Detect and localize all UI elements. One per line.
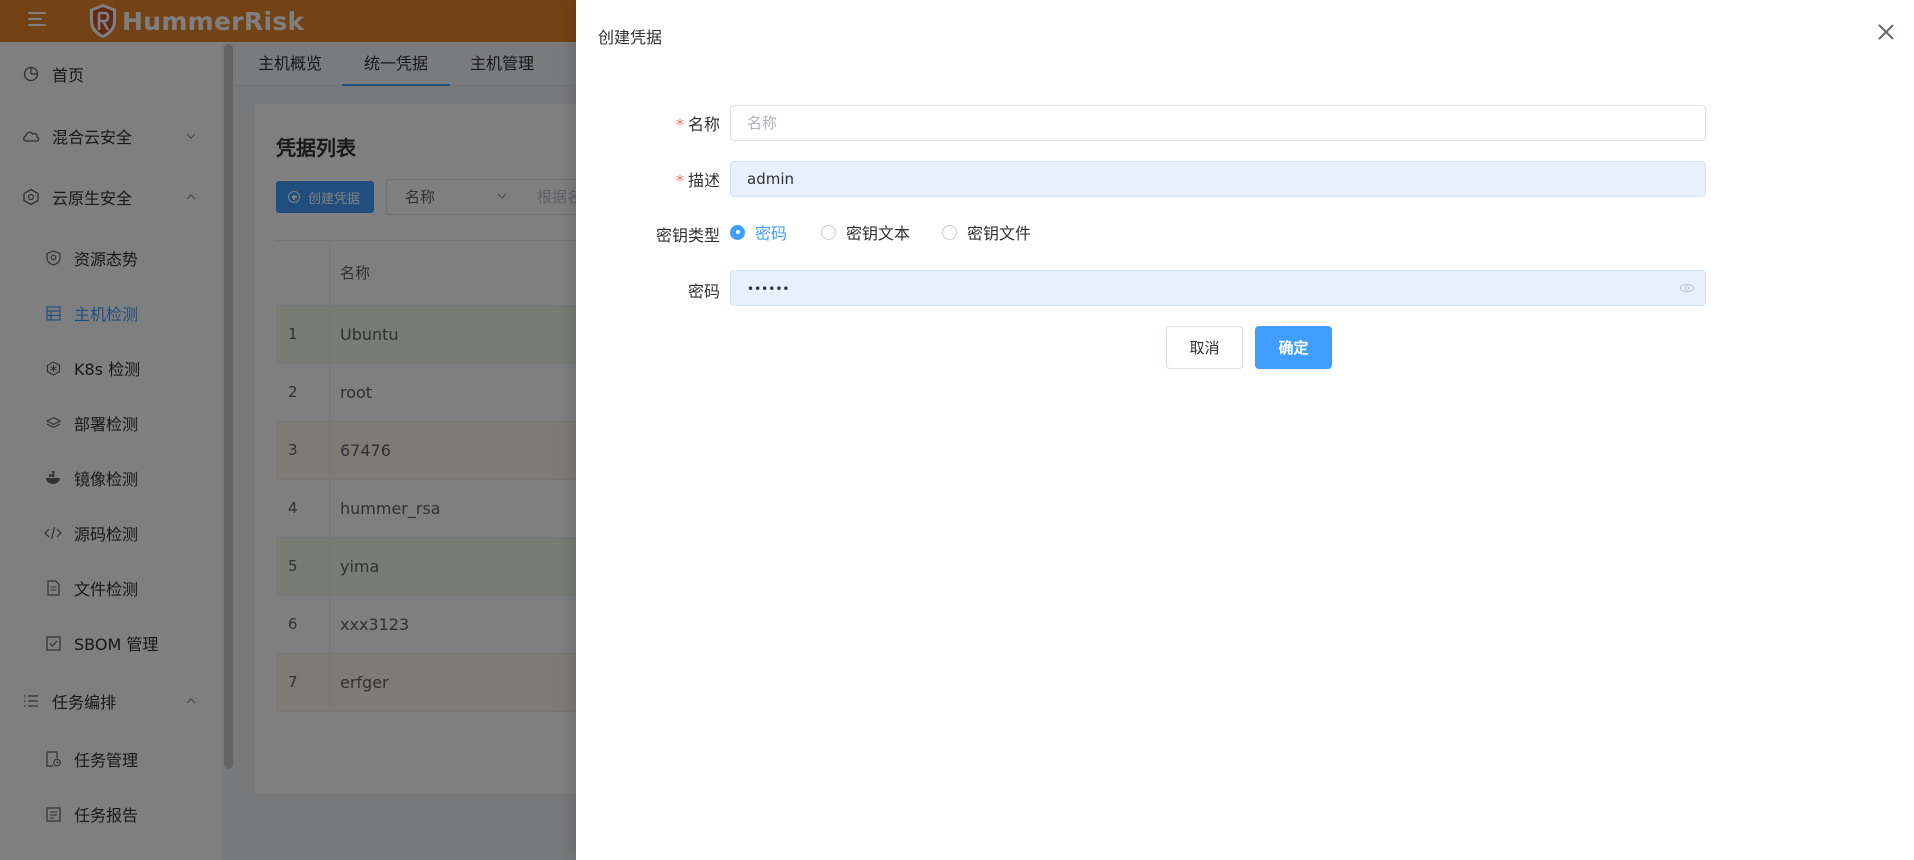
radio-label: 密钥文本 — [846, 224, 911, 243]
radio-label: 密码 — [755, 224, 788, 243]
required-marker: * — [675, 171, 684, 190]
description-value: admin — [747, 170, 794, 188]
close-icon[interactable] — [1878, 24, 1894, 40]
key-type-radio-key-text[interactable]: 密钥文本 — [821, 222, 911, 243]
name-label: * 名称 — [675, 115, 720, 134]
password-value: •••••• — [747, 282, 790, 296]
radio-unchecked-icon — [942, 224, 957, 240]
drawer-title: 创建凭据 — [598, 28, 663, 47]
cancel-button[interactable]: 取消 — [1166, 326, 1243, 369]
eye-icon[interactable] — [1679, 282, 1695, 294]
confirm-button[interactable]: 确定 — [1255, 326, 1332, 369]
radio-label: 密钥文件 — [967, 224, 1032, 243]
required-marker: * — [675, 115, 684, 134]
create-credential-drawer: 创建凭据 * 名称 名称 * 描述 admin 密钥类型 密码 密钥文本 密钥文件 … — [576, 0, 1914, 860]
password-field[interactable]: •••••• — [730, 270, 1706, 306]
key-type-radio-key-file[interactable]: 密钥文件 — [942, 222, 1032, 243]
key-type-label: 密钥类型 — [655, 226, 720, 245]
password-label: 密码 — [687, 282, 720, 301]
description-label: * 描述 — [675, 171, 720, 190]
description-field[interactable]: admin — [730, 161, 1706, 197]
name-placeholder: 名称 — [747, 114, 778, 132]
name-field[interactable]: 名称 — [730, 105, 1706, 141]
radio-checked-icon — [730, 224, 745, 240]
key-type-radio-password[interactable]: 密码 — [730, 222, 788, 243]
radio-unchecked-icon — [821, 224, 836, 240]
